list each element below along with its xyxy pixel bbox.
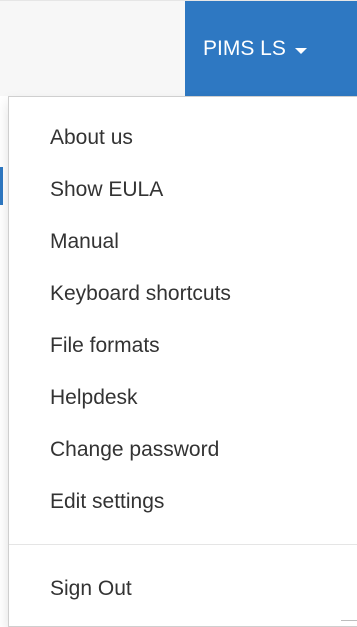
menu-item-label: Edit settings	[50, 490, 165, 513]
user-dropdown-menu: About us Show EULA Manual Keyboard short…	[8, 96, 357, 627]
menu-item-change-password[interactable]: Change password	[9, 424, 357, 476]
menu-item-about-us[interactable]: About us	[9, 112, 357, 164]
menu-item-label: Keyboard shortcuts	[50, 282, 231, 305]
menu-item-manual[interactable]: Manual	[9, 216, 357, 268]
menu-item-helpdesk[interactable]: Helpdesk	[9, 372, 357, 424]
menu-item-label: Change password	[50, 438, 220, 461]
background-fragment	[341, 620, 357, 627]
user-menu-toggle-button[interactable]: PIMS LS	[185, 1, 357, 97]
menu-item-edit-settings[interactable]: Edit settings	[9, 476, 357, 528]
dropdown-menu-list: About us Show EULA Manual Keyboard short…	[9, 97, 357, 615]
user-menu-label: PIMS LS	[203, 37, 286, 60]
menu-item-keyboard-shortcuts[interactable]: Keyboard shortcuts	[9, 268, 357, 320]
page: PIMS LS About us Show EULA Manual Keyboa…	[0, 0, 357, 627]
menu-item-show-eula[interactable]: Show EULA	[9, 164, 357, 216]
menu-item-label: About us	[50, 126, 133, 149]
chevron-down-icon	[294, 47, 307, 54]
menu-divider	[9, 544, 357, 545]
menu-item-label: Helpdesk	[50, 386, 138, 409]
menu-item-label: Sign Out	[50, 577, 132, 600]
menu-item-label: File formats	[50, 334, 160, 357]
menu-item-label: Show EULA	[50, 178, 164, 201]
menu-item-label: Manual	[50, 230, 119, 253]
menu-item-sign-out[interactable]: Sign Out	[9, 563, 357, 615]
background-accent	[0, 167, 3, 205]
top-navbar: PIMS LS	[0, 0, 357, 97]
menu-item-file-formats[interactable]: File formats	[9, 320, 357, 372]
